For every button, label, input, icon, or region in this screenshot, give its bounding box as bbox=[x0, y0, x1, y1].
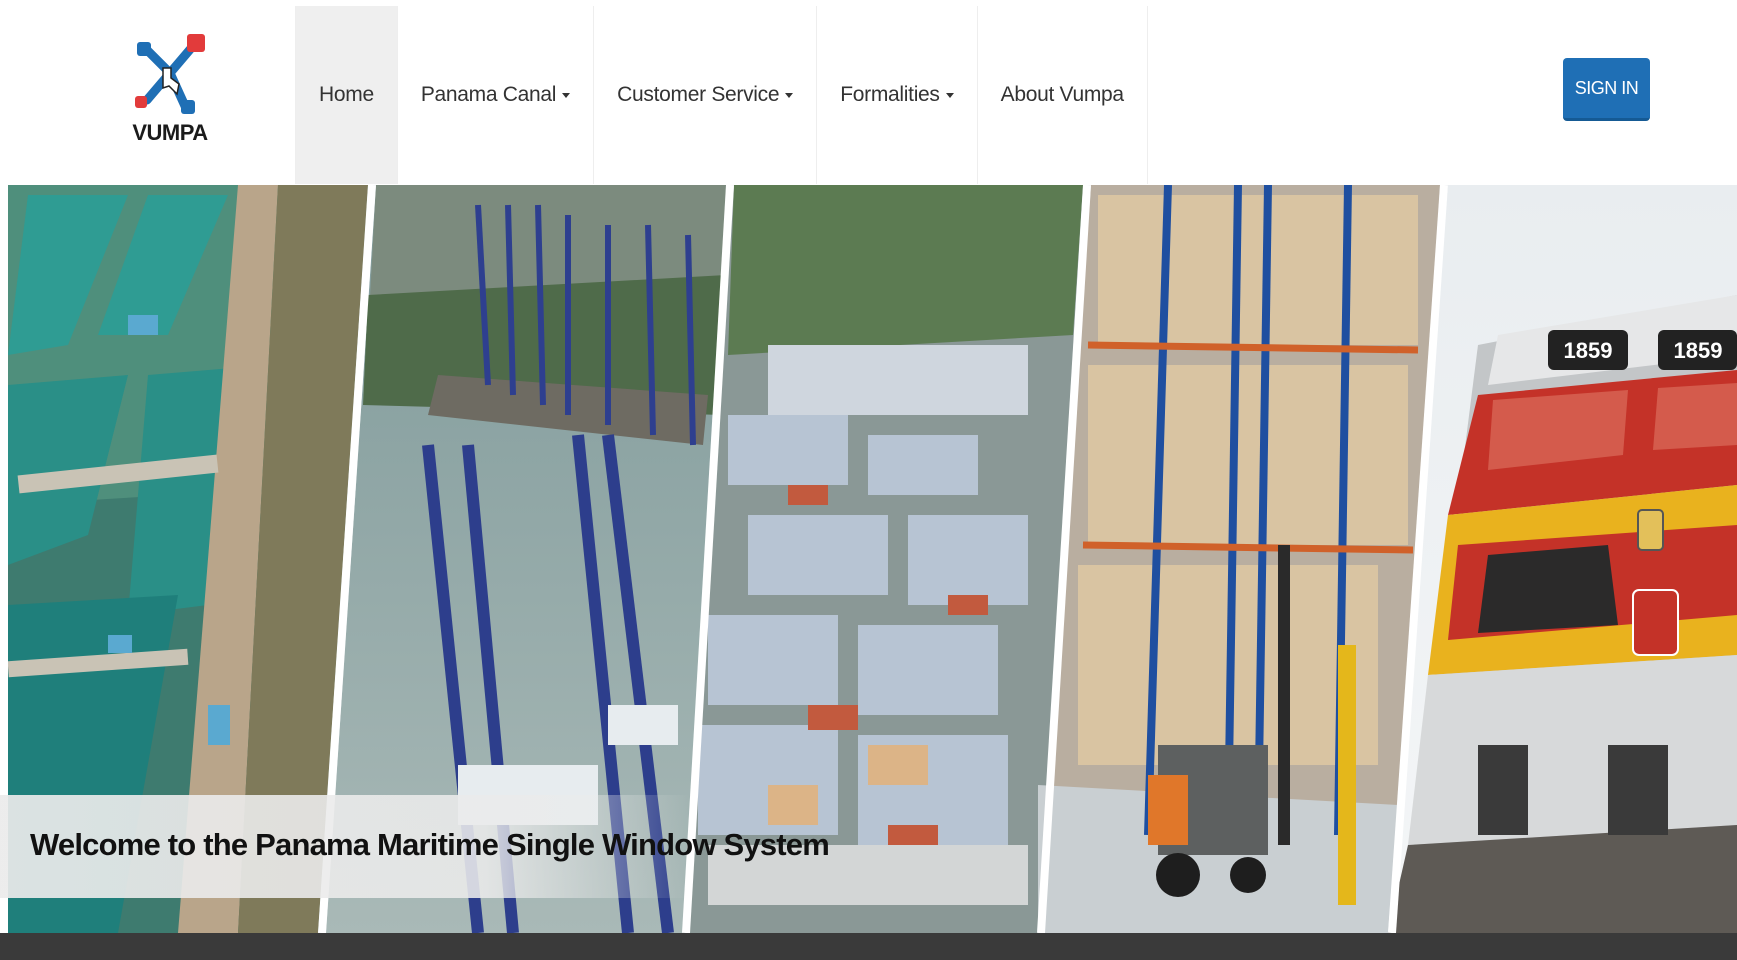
locomotive-number-left: 1859 bbox=[1564, 338, 1613, 363]
nav-item-about-vumpa[interactable]: About Vumpa bbox=[978, 6, 1148, 184]
warehouse-panel bbox=[1038, 185, 1440, 933]
caret-down-icon bbox=[945, 92, 954, 98]
hero-caption: Welcome to the Panama Maritime Single Wi… bbox=[30, 827, 830, 862]
nav-item-panama-canal[interactable]: Panama Canal bbox=[398, 6, 595, 184]
nav-item-label: Panama Canal bbox=[420, 83, 557, 106]
site-header: VUMPA Home Panama Canal Customer Service… bbox=[0, 0, 1737, 185]
caret-down-icon bbox=[562, 92, 571, 98]
main-nav: Home Panama Canal Customer Service Forma… bbox=[295, 6, 1148, 184]
nav-item-label: About Vumpa bbox=[1000, 83, 1124, 106]
logo-icon bbox=[135, 34, 205, 114]
nav-item-label: Customer Service bbox=[617, 83, 780, 106]
nav-item-label: Formalities bbox=[840, 83, 940, 106]
sign-in-button[interactable]: SIGN IN bbox=[1563, 58, 1650, 121]
locomotive-panel: 1859 1859 bbox=[1388, 185, 1737, 933]
nav-item-formalities[interactable]: Formalities bbox=[817, 6, 978, 184]
nav-item-home[interactable]: Home bbox=[295, 6, 398, 184]
logo-text: VUMPA bbox=[132, 120, 208, 145]
locomotive-number-right: 1859 bbox=[1674, 338, 1723, 363]
caret-down-icon bbox=[785, 92, 794, 98]
container-yard-panel bbox=[683, 185, 1083, 933]
nav-item-customer-service[interactable]: Customer Service bbox=[594, 6, 818, 184]
footer-bar bbox=[0, 933, 1737, 960]
nav-item-label: Home bbox=[319, 83, 374, 106]
vumpa-logo[interactable]: VUMPA bbox=[125, 28, 215, 148]
